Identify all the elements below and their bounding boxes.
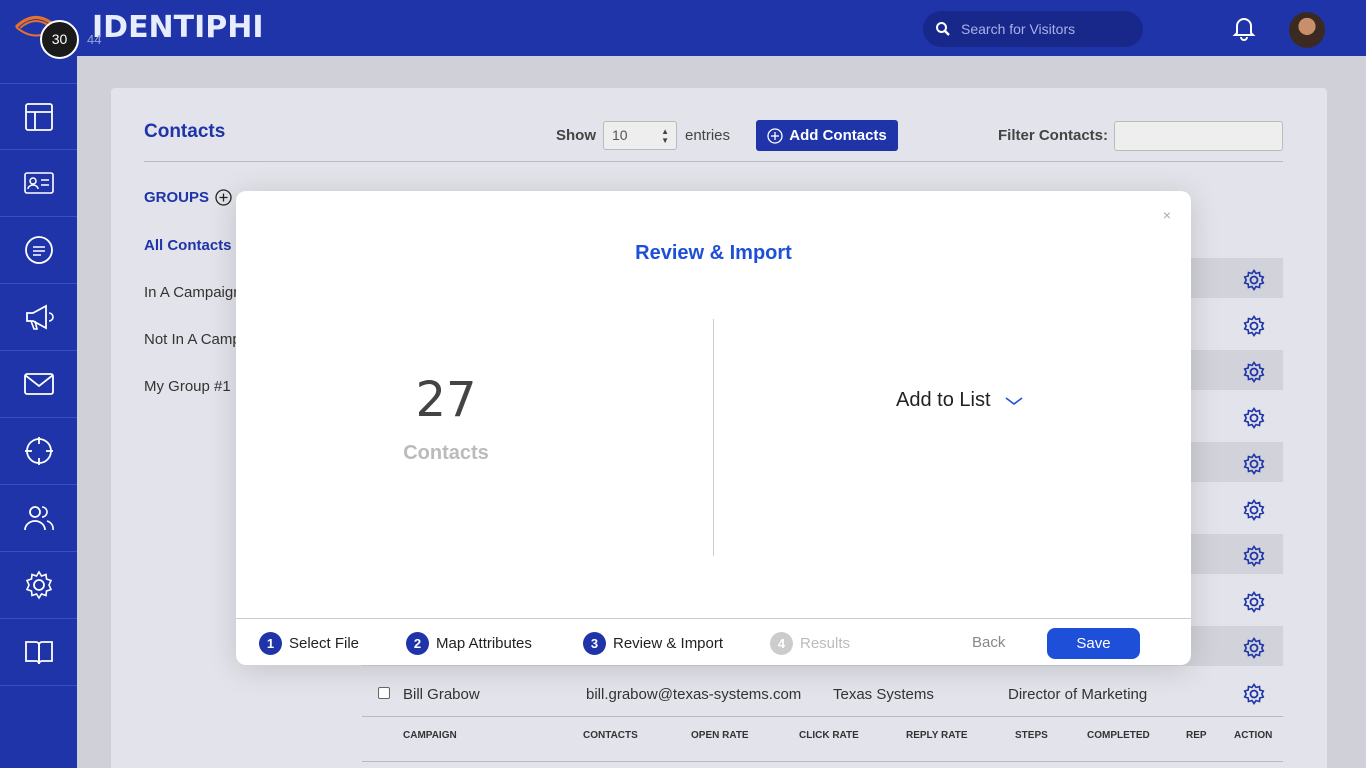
contact-title: Director of Marketing — [1008, 686, 1148, 703]
sidebar-item-messages[interactable] — [0, 217, 77, 284]
group-all-contacts[interactable]: All Contacts — [144, 237, 232, 254]
step-map-attributes[interactable]: 2 Map Attributes — [406, 632, 532, 655]
table-row: Bill Grabow bill.grabow@texas-systems.co… — [362, 673, 1283, 717]
col-steps[interactable]: STEPS — [1015, 730, 1048, 741]
col-campaign[interactable]: CAMPAIGN — [403, 730, 457, 741]
page-title: Contacts — [144, 121, 226, 142]
sidebar-item-docs[interactable] — [0, 619, 77, 686]
top-bar: IDENTIPHI 44 — [0, 0, 1366, 56]
mail-icon — [23, 373, 54, 395]
contact-card-icon — [23, 172, 54, 194]
group-in-campaign[interactable]: In A Campaign — [144, 284, 242, 301]
col-completed[interactable]: COMPLETED — [1087, 730, 1150, 741]
add-contacts-label: Add Contacts — [789, 127, 887, 144]
contact-email: bill.grabow@texas-systems.com — [586, 686, 802, 703]
entries-value: 10 — [612, 127, 628, 143]
save-button[interactable]: Save — [1047, 628, 1140, 659]
step-number: 4 — [770, 632, 793, 655]
user-avatar[interactable] — [1289, 12, 1325, 48]
group-my-group-1[interactable]: My Group #1 — [144, 378, 231, 395]
app-logo[interactable]: IDENTIPHI — [92, 10, 264, 45]
book-icon — [24, 641, 53, 665]
select-arrows-icon: ▲ ▼ — [661, 127, 669, 145]
col-action[interactable]: ACTION — [1234, 730, 1272, 741]
target-icon — [24, 437, 53, 465]
sidebar — [0, 56, 77, 768]
row-settings-gear-icon[interactable] — [1243, 315, 1265, 337]
row-settings-gear-icon[interactable] — [1243, 545, 1265, 567]
row-settings-gear-icon[interactable] — [1243, 269, 1265, 291]
col-click-rate[interactable]: CLICK RATE — [799, 730, 859, 741]
row-settings-gear-icon[interactable] — [1243, 499, 1265, 521]
review-import-modal: × Review & Import 27 Contacts Add to Lis… — [236, 191, 1191, 665]
row-settings-gear-icon[interactable] — [1243, 591, 1265, 613]
contact-company: Texas Systems — [833, 686, 934, 703]
row-settings-gear-icon[interactable] — [1243, 361, 1265, 383]
sidebar-item-contacts[interactable] — [0, 485, 77, 552]
wizard-footer: 1 Select File 2 Map Attributes 3 Review … — [236, 618, 1191, 665]
show-label: Show — [556, 127, 596, 144]
sidebar-item-targeting[interactable] — [0, 418, 77, 485]
filter-label: Filter Contacts: — [998, 127, 1109, 144]
add-to-list-label: Add to List — [896, 389, 991, 411]
chevron-down-icon — [1005, 396, 1022, 405]
timer-sub-count: 44 — [87, 32, 102, 47]
step-number: 3 — [583, 632, 606, 655]
contact-count: 27 — [415, 372, 477, 428]
col-open-rate[interactable]: OPEN RATE — [691, 730, 749, 741]
groups-heading: GROUPS — [144, 189, 232, 206]
megaphone-icon — [25, 304, 54, 330]
modal-divider — [713, 319, 714, 556]
row-settings-gear-icon[interactable] — [1243, 407, 1265, 429]
sidebar-item-contact-card[interactable] — [0, 150, 77, 217]
modal-title: Review & Import — [635, 242, 792, 264]
step-review-import[interactable]: 3 Review & Import — [583, 632, 723, 655]
header-divider — [144, 161, 1283, 162]
step-number: 1 — [259, 632, 282, 655]
add-contacts-button[interactable]: Add Contacts — [756, 120, 898, 151]
close-icon[interactable]: × — [1163, 207, 1171, 223]
col-rep[interactable]: REP — [1186, 730, 1207, 741]
users-icon — [23, 506, 54, 531]
dashboard-icon — [24, 102, 53, 131]
timer-badge: 30 — [40, 20, 79, 59]
col-contacts[interactable]: CONTACTS — [583, 730, 638, 741]
notification-bell-icon[interactable] — [1232, 15, 1256, 41]
chat-icon — [24, 236, 53, 264]
step-label: Select File — [289, 635, 360, 652]
col-reply-rate[interactable]: REPLY RATE — [906, 730, 968, 741]
search-input[interactable] — [961, 17, 1131, 41]
step-label: Results — [800, 635, 851, 652]
entries-label: entries — [685, 127, 731, 144]
sidebar-item-campaigns[interactable] — [0, 284, 77, 351]
sidebar-item-dashboard[interactable] — [0, 83, 77, 150]
back-button[interactable]: Back — [972, 634, 1005, 651]
step-label: Map Attributes — [436, 635, 532, 652]
campaign-table-header: CAMPAIGN CONTACTS OPEN RATE CLICK RATE R… — [362, 728, 1283, 762]
sidebar-item-settings[interactable] — [0, 552, 77, 619]
row-checkbox[interactable] — [378, 687, 390, 699]
filter-contacts-input[interactable] — [1114, 121, 1283, 151]
step-number: 2 — [406, 632, 429, 655]
entries-select[interactable]: 10 ▲ ▼ — [603, 121, 677, 150]
step-label: Review & Import — [613, 635, 724, 652]
add-to-list-dropdown[interactable]: Add to List — [896, 389, 1023, 412]
contact-name: Bill Grabow — [403, 686, 480, 703]
groups-label: GROUPS — [144, 189, 210, 206]
visitor-search[interactable] — [923, 11, 1143, 47]
add-group-icon[interactable] — [215, 189, 232, 206]
settings-icon — [25, 570, 52, 600]
sidebar-item-mail[interactable] — [0, 351, 77, 418]
search-icon — [936, 22, 950, 36]
plus-circle-icon — [767, 127, 783, 144]
contact-count-label: Contacts — [403, 442, 489, 464]
step-results: 4 Results — [770, 632, 850, 655]
row-settings-gear-icon[interactable] — [1243, 637, 1265, 659]
row-settings-gear-icon[interactable] — [1243, 453, 1265, 475]
step-select-file[interactable]: 1 Select File — [259, 632, 359, 655]
